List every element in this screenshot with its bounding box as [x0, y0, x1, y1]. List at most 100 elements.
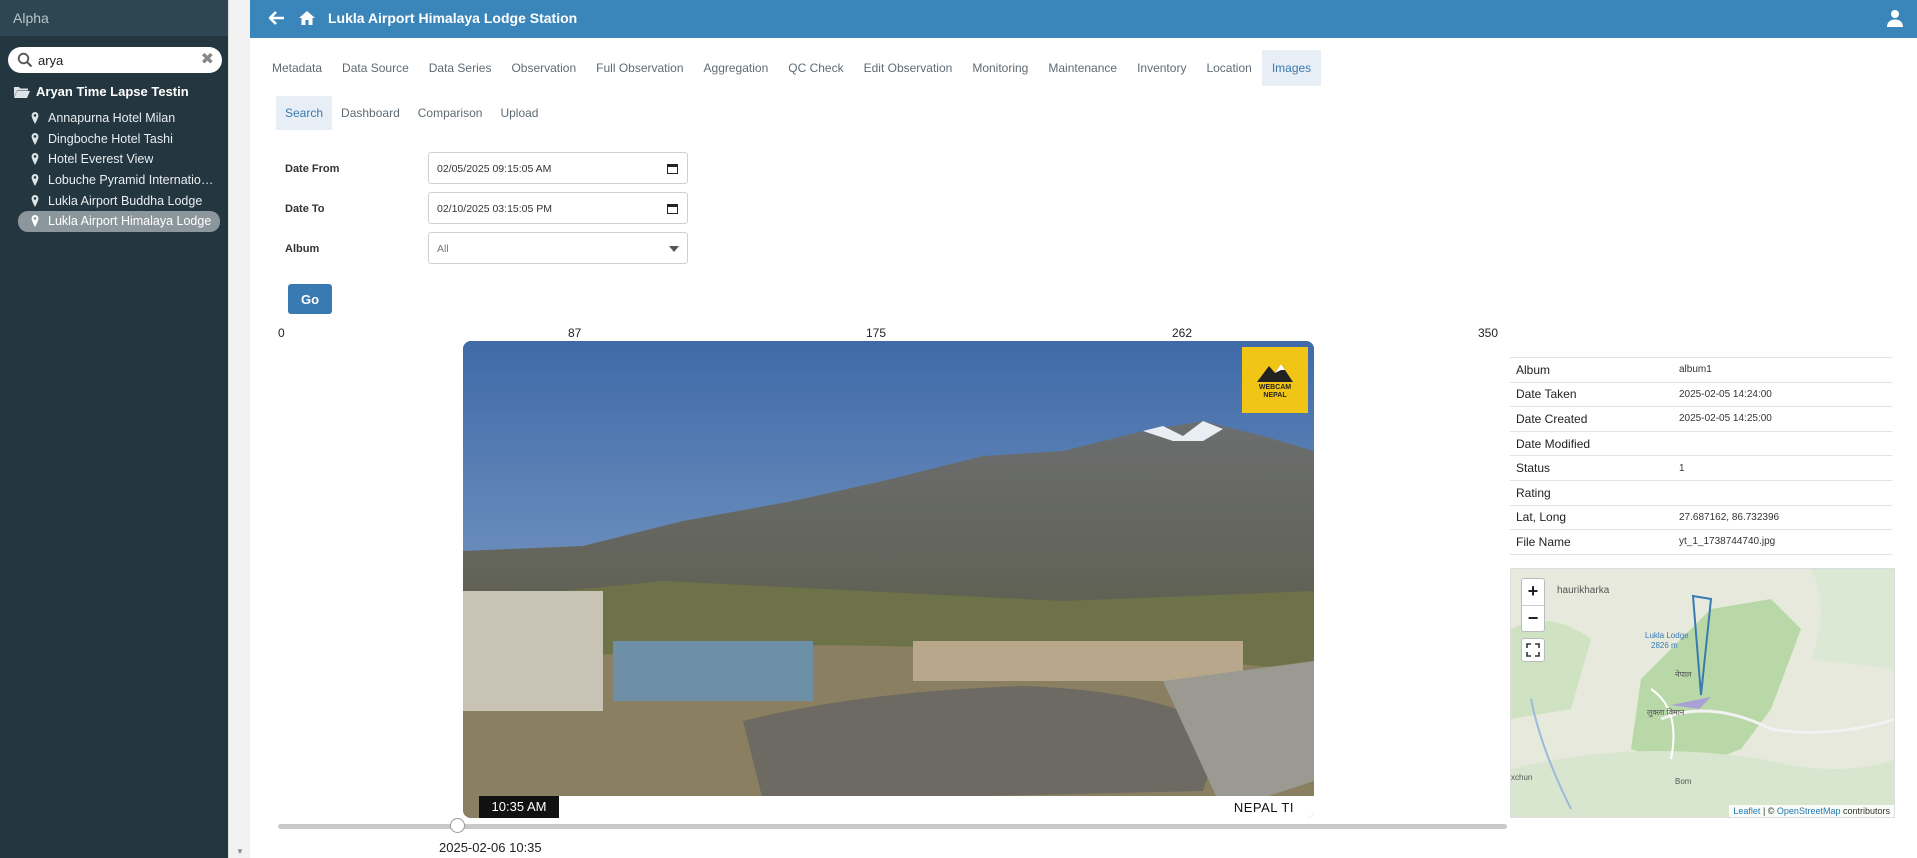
- main-tabs: Metadata Data Source Data Series Observa…: [262, 50, 1322, 86]
- slider-thumb[interactable]: [450, 818, 465, 833]
- table-row: Lat, Long 27.687162, 86.732396: [1510, 505, 1892, 531]
- calendar-icon[interactable]: [667, 203, 678, 214]
- station-item[interactable]: Annapurna Hotel Milan: [18, 108, 220, 129]
- fullscreen-icon: [1526, 643, 1540, 657]
- date-from-field[interactable]: 02/05/2025 09:15:05 AM: [428, 152, 688, 184]
- user-icon[interactable]: [1887, 9, 1903, 27]
- station-label: Hotel Everest View: [48, 152, 154, 167]
- webcam-photo: [463, 341, 1314, 818]
- clear-search-icon[interactable]: ✖: [201, 51, 214, 69]
- subtab-search[interactable]: Search: [276, 96, 333, 130]
- album-selected-value: All: [437, 243, 449, 255]
- map-pin-icon: [31, 112, 39, 125]
- folder-open-icon: [14, 86, 30, 98]
- logo-line2: NEPAL: [1263, 392, 1287, 399]
- station-item[interactable]: Lukla Airport Buddha Lodge: [18, 190, 220, 211]
- meta-key: File Name: [1510, 529, 1673, 555]
- tab-location[interactable]: Location: [1196, 50, 1261, 86]
- top-bar: Lukla Airport Himalaya Lodge Station: [250, 0, 1917, 38]
- calendar-icon[interactable]: [667, 163, 678, 174]
- scale-tick: 350: [1478, 326, 1499, 340]
- station-item[interactable]: Hotel Everest View: [18, 149, 220, 170]
- location-map[interactable]: haurikharka Lukla Lodge 2826 m नेपाल लुक…: [1510, 568, 1895, 818]
- map-label: नेपाल: [1675, 670, 1692, 679]
- meta-key: Album: [1510, 357, 1673, 383]
- date-to-field[interactable]: 02/10/2025 03:15:05 PM: [428, 192, 688, 224]
- map-pin-icon: [31, 194, 39, 207]
- scroll-down-icon[interactable]: ▼: [236, 847, 244, 856]
- table-row: Date Taken 2025-02-05 14:24:00: [1510, 382, 1892, 408]
- table-row: Status 1: [1510, 455, 1892, 481]
- station-item[interactable]: Lobuche Pyramid Internation…: [18, 170, 220, 191]
- table-row: Rating: [1510, 480, 1892, 506]
- meta-key: Date Modified: [1510, 431, 1673, 457]
- map-label: xchun: [1511, 773, 1533, 782]
- meta-value: 2025-02-05 14:25:00: [1673, 406, 1892, 432]
- meta-key: Rating: [1510, 480, 1673, 506]
- map-pin-icon: [31, 153, 39, 166]
- station-search: ✖: [8, 47, 222, 73]
- tab-edit-observation[interactable]: Edit Observation: [854, 50, 963, 86]
- tab-monitoring[interactable]: Monitoring: [962, 50, 1038, 86]
- map-label: लुक्ला विमान: [1647, 708, 1685, 717]
- map-label: Bom: [1675, 777, 1692, 786]
- subtab-dashboard[interactable]: Dashboard: [332, 96, 409, 130]
- go-button[interactable]: Go: [288, 284, 332, 314]
- scale-tick: 0: [278, 326, 285, 340]
- meta-value: yt_1_1738744740.jpg: [1673, 529, 1892, 555]
- tab-maintenance[interactable]: Maintenance: [1038, 50, 1127, 86]
- meta-value: [1673, 431, 1892, 457]
- tab-observation[interactable]: Observation: [501, 50, 586, 86]
- sidebar-scrollbar[interactable]: ▼: [228, 0, 250, 858]
- home-icon[interactable]: [298, 9, 316, 27]
- zoom-in-button[interactable]: +: [1522, 579, 1544, 605]
- tab-data-source[interactable]: Data Source: [332, 50, 419, 86]
- station-item[interactable]: Dingboche Hotel Tashi: [18, 129, 220, 150]
- scale-tick: 262: [1172, 326, 1193, 340]
- search-input[interactable]: [38, 50, 198, 70]
- meta-value: 1: [1673, 455, 1892, 481]
- tab-data-series[interactable]: Data Series: [419, 50, 502, 86]
- fullscreen-button[interactable]: [1521, 638, 1545, 662]
- scale-tick: 87: [568, 326, 582, 340]
- station-label: Lukla Airport Himalaya Lodge: [48, 214, 212, 229]
- tab-full-observation[interactable]: Full Observation: [586, 50, 693, 86]
- osm-link[interactable]: OpenStreetMap: [1777, 806, 1841, 816]
- station-label: Lobuche Pyramid Internation…: [48, 173, 220, 188]
- date-to-label: Date To: [285, 203, 325, 215]
- subtab-upload[interactable]: Upload: [491, 96, 547, 130]
- tree-root-folder[interactable]: Aryan Time Lapse Testin: [14, 84, 189, 99]
- chevron-down-icon: [669, 246, 679, 252]
- image-brand-strip: NEPAL TI: [559, 796, 1314, 818]
- tab-qc-check[interactable]: QC Check: [778, 50, 853, 86]
- map-label: 2826 m: [1651, 641, 1678, 650]
- image-timestamp: 10:35 AM: [479, 796, 559, 818]
- table-row: Album album1: [1510, 357, 1892, 383]
- station-list: Annapurna Hotel Milan Dingboche Hotel Ta…: [18, 108, 220, 232]
- brand-name[interactable]: Alpha: [0, 0, 228, 36]
- album-select[interactable]: All: [428, 232, 688, 264]
- webcam-nepal-logo: WEBCAM NEPAL: [1242, 347, 1308, 413]
- tab-inventory[interactable]: Inventory: [1127, 50, 1196, 86]
- subtab-comparison[interactable]: Comparison: [409, 96, 492, 130]
- date-from-label: Date From: [285, 163, 340, 175]
- station-label: Lukla Airport Buddha Lodge: [48, 193, 203, 208]
- meta-value: album1: [1673, 357, 1892, 383]
- tab-images[interactable]: Images: [1261, 50, 1322, 86]
- back-arrow-icon[interactable]: [268, 9, 286, 27]
- station-item-selected[interactable]: Lukla Airport Himalaya Lodge: [18, 210, 220, 232]
- map-zoom-control: + −: [1521, 578, 1545, 632]
- webcam-image[interactable]: WEBCAM NEPAL 10:35 AM NEPAL TI: [463, 341, 1314, 818]
- main-content: Metadata Data Source Data Series Observa…: [262, 50, 1902, 858]
- meta-value: [1673, 480, 1892, 506]
- meta-key: Lat, Long: [1510, 505, 1673, 531]
- album-label: Album: [285, 243, 320, 255]
- map-label: Lukla Lodge: [1645, 631, 1689, 640]
- scale-tick: 175: [866, 326, 887, 340]
- tab-aggregation[interactable]: Aggregation: [694, 50, 779, 86]
- table-row: Date Created 2025-02-05 14:25:00: [1510, 406, 1892, 432]
- meta-key: Status: [1510, 455, 1673, 481]
- tab-metadata[interactable]: Metadata: [262, 50, 332, 86]
- leaflet-link[interactable]: Leaflet: [1733, 806, 1760, 816]
- zoom-out-button[interactable]: −: [1522, 605, 1544, 631]
